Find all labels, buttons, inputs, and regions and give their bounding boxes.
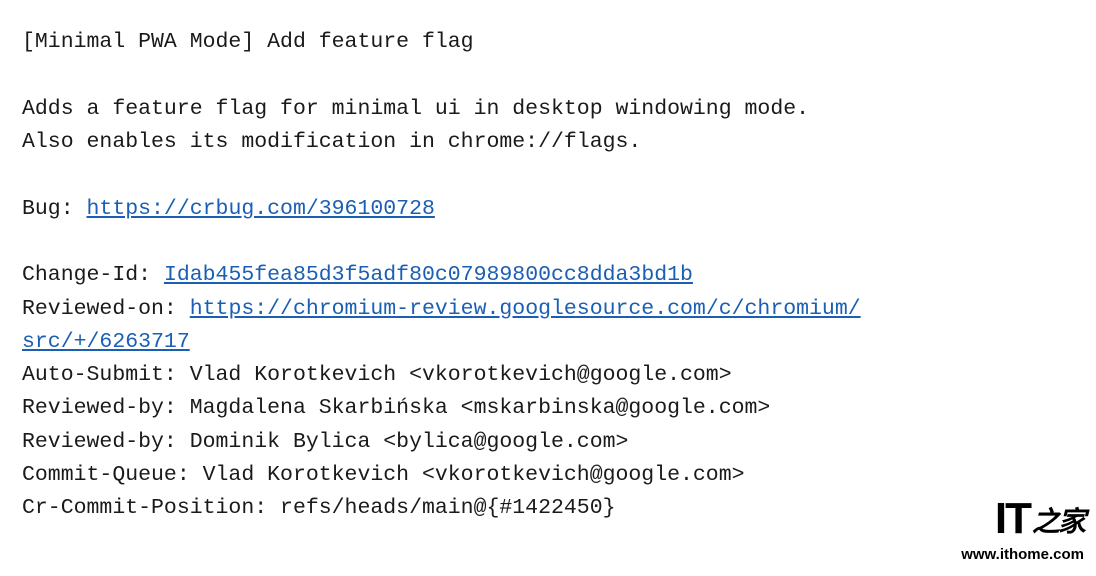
reviewed-on-label: Reviewed-on: (22, 297, 190, 321)
bug-label: Bug: (22, 197, 87, 221)
commit-queue-line: Commit-Queue: Vlad Korotkevich <vkorotke… (22, 463, 745, 487)
commit-title: [Minimal PWA Mode] Add feature flag (22, 30, 474, 54)
reviewed-on-url-part1: https://chromium-review.googlesource.com… (190, 297, 861, 321)
reviewed-on-url-part2: src/+/6263717 (22, 330, 190, 354)
change-id-link[interactable]: Idab455fea85d3f5adf80c07989800cc8dda3bd1… (164, 263, 693, 287)
reviewed-by-line: Reviewed-by: Dominik Bylica <bylica@goog… (22, 430, 628, 454)
reviewed-by-line: Reviewed-by: Magdalena Skarbińska <mskar… (22, 396, 770, 420)
commit-body-line: Also enables its modification in chrome:… (22, 130, 641, 154)
commit-message: [Minimal PWA Mode] Add feature flag Adds… (22, 26, 1074, 526)
cr-commit-position-line: Cr-Commit-Position: refs/heads/main@{#14… (22, 496, 616, 520)
change-id-label: Change-Id: (22, 263, 164, 287)
commit-body-line: Adds a feature flag for minimal ui in de… (22, 97, 809, 121)
watermark-url: www.ithome.com (961, 543, 1084, 566)
bug-link[interactable]: https://crbug.com/396100728 (87, 197, 435, 221)
auto-submit-line: Auto-Submit: Vlad Korotkevich <vkorotkev… (22, 363, 732, 387)
